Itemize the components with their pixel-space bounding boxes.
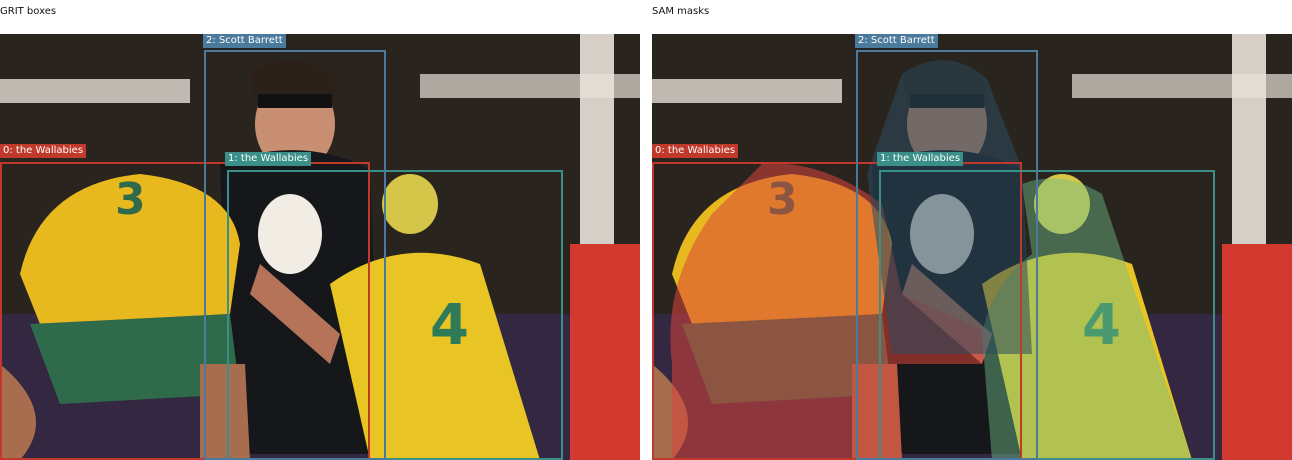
sam-label-1: 1: the Wallabies (877, 152, 964, 166)
grit-label-0: 0: the Wallabies (0, 144, 87, 158)
panel-title-grit: GRIT boxes (0, 6, 57, 17)
sam-box-2 (856, 50, 1038, 460)
sam-label-2: 2: Scott Barrett (855, 34, 938, 48)
grit-label-2: 2: Scott Barrett (203, 34, 286, 48)
photo-sam: 3 4 0: the Wallabies 1: the Wallabies 2:… (652, 34, 1292, 460)
photo-grit: 3 4 0: the Wallabies 1: the Wallabies 2:… (0, 34, 640, 460)
panel-title-sam: SAM masks (652, 6, 710, 17)
sam-label-0: 0: the Wallabies (652, 144, 739, 158)
grit-box-2 (204, 50, 386, 460)
grit-label-1: 1: the Wallabies (225, 152, 312, 166)
